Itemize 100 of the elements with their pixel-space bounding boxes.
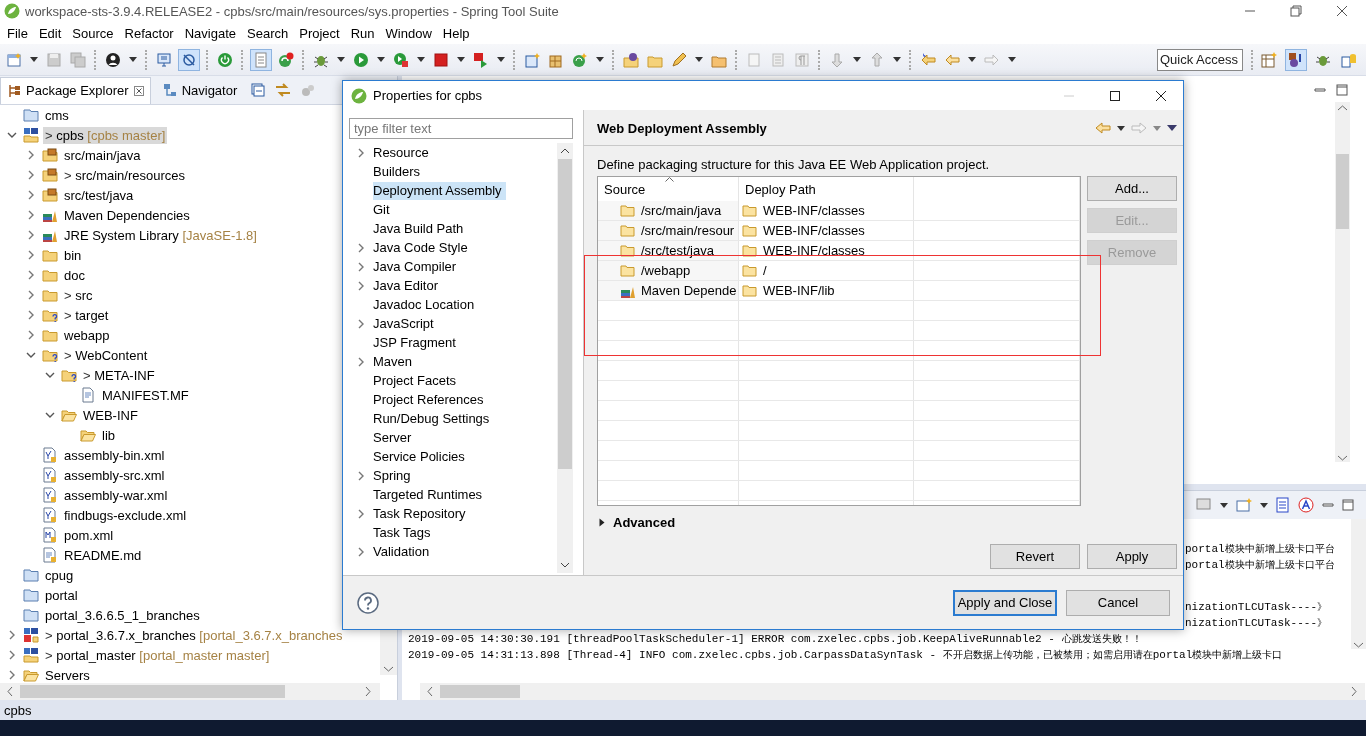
tree-item[interactable]: > target	[62, 306, 111, 324]
expanded-chevron-icon[interactable]	[45, 370, 55, 380]
page-button[interactable]: Revert	[990, 544, 1080, 569]
tree-item[interactable]: doc	[62, 266, 87, 284]
tree-item[interactable]: findbugs-exclude.xml	[62, 506, 189, 524]
dropdown-caret-icon[interactable]	[457, 57, 465, 62]
nav-item[interactable]: Service Policies	[373, 447, 469, 466]
nav-item[interactable]: Java Code Style	[373, 238, 472, 257]
circled-letter-icon[interactable]	[1296, 495, 1316, 515]
page-button[interactable]: Apply	[1087, 544, 1177, 569]
nav-item[interactable]: Project Facets	[373, 371, 461, 390]
tree-item[interactable]: > META-INF	[81, 366, 157, 384]
nav-item[interactable]: Java Build Path	[373, 219, 468, 238]
nav-item[interactable]: Validation	[373, 542, 434, 561]
close-icon[interactable]	[1155, 89, 1167, 102]
menu-item[interactable]: Edit	[33, 25, 68, 41]
tree-item[interactable]: > portal_master [portal_master master]	[43, 646, 272, 664]
java-ee-perspective-icon[interactable]	[1285, 48, 1307, 71]
collapsed-chevron-icon[interactable]	[356, 470, 366, 481]
collapsed-chevron-icon[interactable]	[356, 147, 366, 158]
collapsed-chevron-icon[interactable]	[356, 280, 366, 291]
collapsed-chevron-icon[interactable]	[26, 250, 36, 260]
nav-item[interactable]: Deployment Assembly	[373, 181, 506, 200]
vertical-scrollbar[interactable]	[1351, 519, 1366, 649]
collapsed-chevron-icon[interactable]	[26, 170, 36, 180]
horizontal-scrollbar[interactable]	[0, 683, 380, 700]
tree-item[interactable]: > src/main/resources	[62, 166, 188, 184]
dropdown-caret-icon[interactable]	[417, 57, 425, 62]
maximize-icon[interactable]	[1109, 89, 1121, 102]
restore-icon[interactable]	[1290, 5, 1302, 17]
view-tab[interactable]: Navigator	[156, 77, 244, 103]
collapsed-chevron-icon[interactable]	[7, 670, 17, 680]
nav-item[interactable]: Task Repository	[373, 504, 470, 523]
vertical-scrollbar[interactable]	[1335, 102, 1350, 462]
nav-item[interactable]: JSP Fragment	[373, 333, 460, 352]
expanded-chevron-icon[interactable]	[7, 130, 17, 140]
vertical-scrollbar[interactable]	[557, 143, 573, 573]
tree-item[interactable]: JRE System Library [JavaSE-1.8]	[62, 226, 259, 244]
dropdown-caret-icon[interactable]	[1117, 125, 1125, 131]
menu-item[interactable]: Help	[437, 25, 476, 41]
dropdown-caret-icon[interactable]	[497, 57, 505, 62]
menu-item[interactable]: Search	[242, 25, 295, 41]
dropdown-caret-icon[interactable]	[377, 57, 385, 62]
view-menu-icon[interactable]	[1167, 125, 1177, 131]
nav-item[interactable]: Javadoc Location	[373, 295, 479, 314]
dropdown-caret-icon[interactable]	[853, 57, 861, 62]
collapsed-chevron-icon[interactable]	[26, 230, 36, 240]
collapsed-triangle-icon[interactable]	[599, 517, 605, 527]
nav-item[interactable]: Targeted Runtimes	[373, 485, 487, 504]
dropdown-caret-icon[interactable]	[129, 57, 137, 62]
tree-item[interactable]: portal_3.6.6.5_1_branches	[43, 606, 202, 624]
menu-item[interactable]: Navigate	[179, 25, 242, 41]
tree-item[interactable]: bin	[62, 246, 84, 264]
crossed-link-icon[interactable]	[178, 48, 200, 71]
collapsed-chevron-icon[interactable]	[26, 290, 36, 300]
dropdown-caret-icon[interactable]	[596, 57, 604, 62]
dropdown-caret-icon[interactable]	[695, 57, 703, 62]
nav-item[interactable]: Git	[373, 200, 394, 219]
nav-item[interactable]: Spring	[373, 466, 415, 485]
dialog-button[interactable]: Apply and Close	[953, 589, 1057, 616]
section-label[interactable]: Advanced	[613, 514, 676, 530]
collapsed-chevron-icon[interactable]	[7, 630, 17, 640]
nav-item[interactable]: Project References	[373, 390, 488, 409]
nav-item[interactable]: Server	[373, 428, 416, 447]
menu-item[interactable]: Project	[294, 25, 346, 41]
dropdown-caret-icon[interactable]	[1260, 502, 1268, 508]
dropdown-caret-icon[interactable]	[30, 57, 38, 62]
nav-item[interactable]: Java Editor	[373, 276, 443, 295]
tree-item[interactable]: cms	[43, 106, 71, 124]
expanded-chevron-icon[interactable]	[26, 350, 36, 360]
tree-item[interactable]: pom.xml	[62, 526, 116, 544]
tree-item[interactable]: > cpbs [cpbs master]	[43, 126, 168, 144]
nav-item[interactable]: Resource	[373, 143, 433, 162]
collapsed-chevron-icon[interactable]	[7, 650, 17, 660]
nav-item[interactable]: Task Tags	[373, 523, 435, 542]
menu-item[interactable]: Refactor	[119, 25, 180, 41]
collapsed-chevron-icon[interactable]	[26, 190, 36, 200]
dropdown-caret-icon[interactable]	[893, 57, 901, 62]
collapsed-chevron-icon[interactable]	[26, 330, 36, 340]
nav-item[interactable]: Run/Debug Settings	[373, 409, 494, 428]
tree-item[interactable]: lib	[100, 426, 117, 444]
tree-item[interactable]: Maven Dependencies	[62, 206, 192, 224]
collapsed-chevron-icon[interactable]	[26, 270, 36, 280]
tree-item[interactable]: assembly-bin.xml	[62, 446, 167, 464]
tree-item[interactable]: assembly-war.xml	[62, 486, 170, 504]
collapsed-chevron-icon[interactable]	[26, 150, 36, 160]
menu-item[interactable]: Run	[345, 25, 381, 41]
tree-item[interactable]: MANIFEST.MF	[100, 386, 191, 404]
collapsed-chevron-icon[interactable]	[356, 356, 366, 367]
tree-item[interactable]: cpug	[43, 566, 76, 584]
menu-item[interactable]: Window	[380, 25, 438, 41]
filter-field[interactable]: type filter text	[349, 118, 573, 139]
view-tab[interactable]: Package Explorer	[0, 76, 151, 104]
close-icon[interactable]	[1336, 5, 1348, 17]
tree-item[interactable]: > portal_3.6.7.x_branches [portal_3.6.7.x_branches	[43, 626, 345, 644]
close-icon[interactable]	[133, 85, 144, 96]
tree-item[interactable]: assembly-src.xml	[62, 466, 167, 484]
tree-item[interactable]: README.md	[62, 546, 144, 564]
help-icon[interactable]	[357, 591, 379, 614]
tree-item[interactable]: portal	[43, 586, 80, 604]
